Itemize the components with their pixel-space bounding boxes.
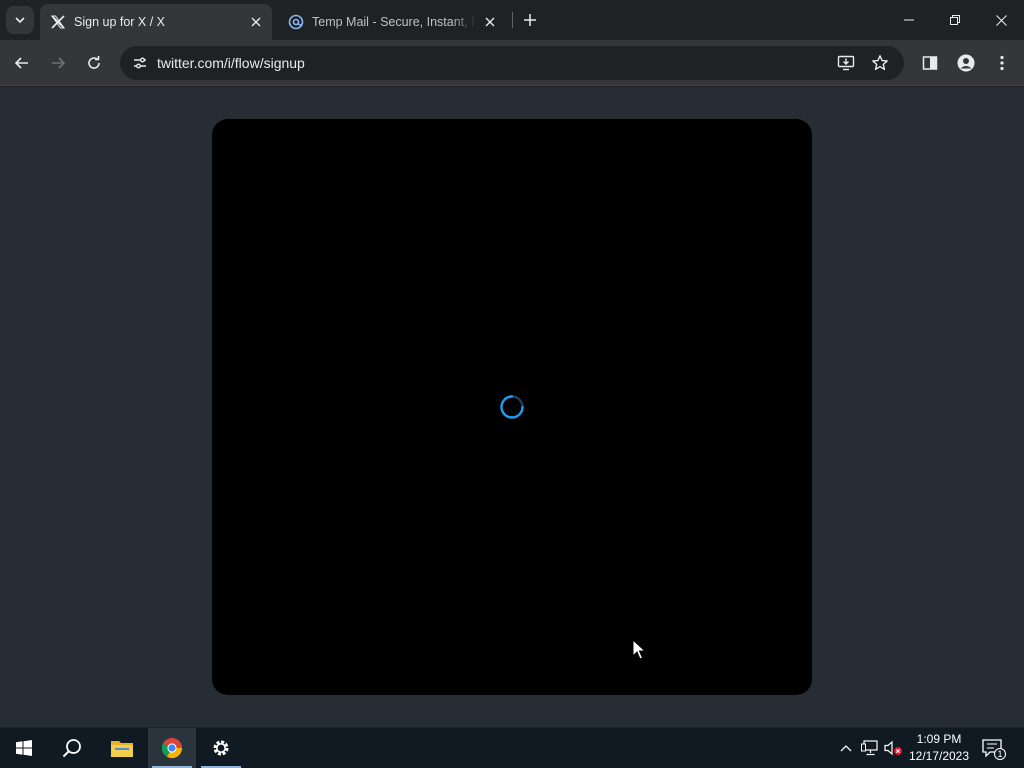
- search-icon: [62, 739, 81, 758]
- chrome-icon: [161, 738, 183, 759]
- network-icon: [861, 740, 878, 756]
- tab-temp-mail[interactable]: Temp Mail - Secure, Instant, Fast: [278, 4, 506, 40]
- notification-count-badge: 1: [994, 748, 1006, 760]
- minimize-icon: [904, 19, 914, 21]
- menu-button[interactable]: [988, 49, 1016, 77]
- profile-avatar-icon: [957, 54, 975, 72]
- chevron-down-icon: [15, 17, 25, 24]
- restore-button[interactable]: [932, 0, 978, 40]
- minimize-button[interactable]: [886, 0, 932, 40]
- loading-spinner-icon: [500, 395, 524, 419]
- taskbar-settings[interactable]: [197, 728, 245, 768]
- windows-start-icon: [16, 740, 32, 756]
- more-vert-icon: [1000, 55, 1004, 71]
- file-explorer-icon: [111, 741, 133, 757]
- plus-icon: [524, 14, 536, 26]
- action-center-button[interactable]: 1: [980, 736, 1006, 760]
- tab-sign-up[interactable]: Sign up for X / X: [40, 4, 272, 40]
- restore-icon: [950, 15, 960, 25]
- taskbar: 1:09 PM 12/17/2023 1: [0, 728, 1024, 768]
- arrow-left-icon: [14, 57, 28, 69]
- clock-time: 1:09 PM: [916, 732, 962, 746]
- start-button[interactable]: [0, 728, 48, 768]
- site-settings-icon[interactable]: [128, 51, 152, 75]
- browser-toolbar: twitter.com/i/flow/signup: [0, 40, 1024, 86]
- tab-title: Sign up for X / X: [74, 15, 166, 29]
- chevron-up-icon: [840, 745, 852, 752]
- mouse-cursor-icon: [632, 639, 646, 660]
- close-tab-icon[interactable]: [248, 14, 264, 30]
- close-window-button[interactable]: [978, 0, 1024, 40]
- network-tray-button[interactable]: [860, 738, 880, 758]
- url-text: twitter.com/i/flow/signup: [157, 55, 305, 71]
- page-viewport: [0, 87, 1024, 727]
- taskbar-file-explorer[interactable]: [98, 728, 146, 768]
- system-clock[interactable]: 1:09 PM 12/17/2023: [904, 731, 974, 765]
- show-hidden-icons-button[interactable]: [836, 738, 856, 758]
- new-tab-button[interactable]: [518, 8, 542, 32]
- side-panel-button[interactable]: [916, 49, 944, 77]
- settings-icon: [213, 740, 229, 756]
- taskbar-chrome[interactable]: [148, 728, 196, 768]
- tab-separator: [512, 12, 513, 28]
- volume-tray-button[interactable]: [884, 738, 904, 758]
- reload-button[interactable]: [80, 49, 108, 77]
- signup-modal: [212, 119, 812, 695]
- x-logo-icon: [50, 14, 66, 30]
- clock-date: 12/17/2023: [908, 749, 970, 763]
- bookmark-star-icon[interactable]: [868, 51, 892, 75]
- volume-muted-icon: [884, 740, 902, 756]
- tab-search-button[interactable]: [6, 6, 34, 34]
- install-app-icon[interactable]: [834, 51, 858, 75]
- close-icon: [995, 14, 1007, 26]
- arrow-right-icon: [52, 57, 66, 69]
- address-bar[interactable]: twitter.com/i/flow/signup: [120, 46, 904, 80]
- back-button[interactable]: [8, 49, 36, 77]
- close-tab-icon[interactable]: [482, 14, 498, 30]
- forward-button[interactable]: [44, 49, 72, 77]
- taskbar-search-button[interactable]: [48, 728, 96, 768]
- temp-mail-at-icon: [288, 14, 304, 30]
- profile-button[interactable]: [952, 49, 980, 77]
- side-panel-icon: [922, 56, 938, 70]
- tab-title: Temp Mail - Secure, Instant, Fast: [312, 15, 476, 29]
- reload-icon: [88, 56, 100, 69]
- tab-strip: Sign up for X / X Temp Mail - Secure, In…: [0, 0, 1024, 40]
